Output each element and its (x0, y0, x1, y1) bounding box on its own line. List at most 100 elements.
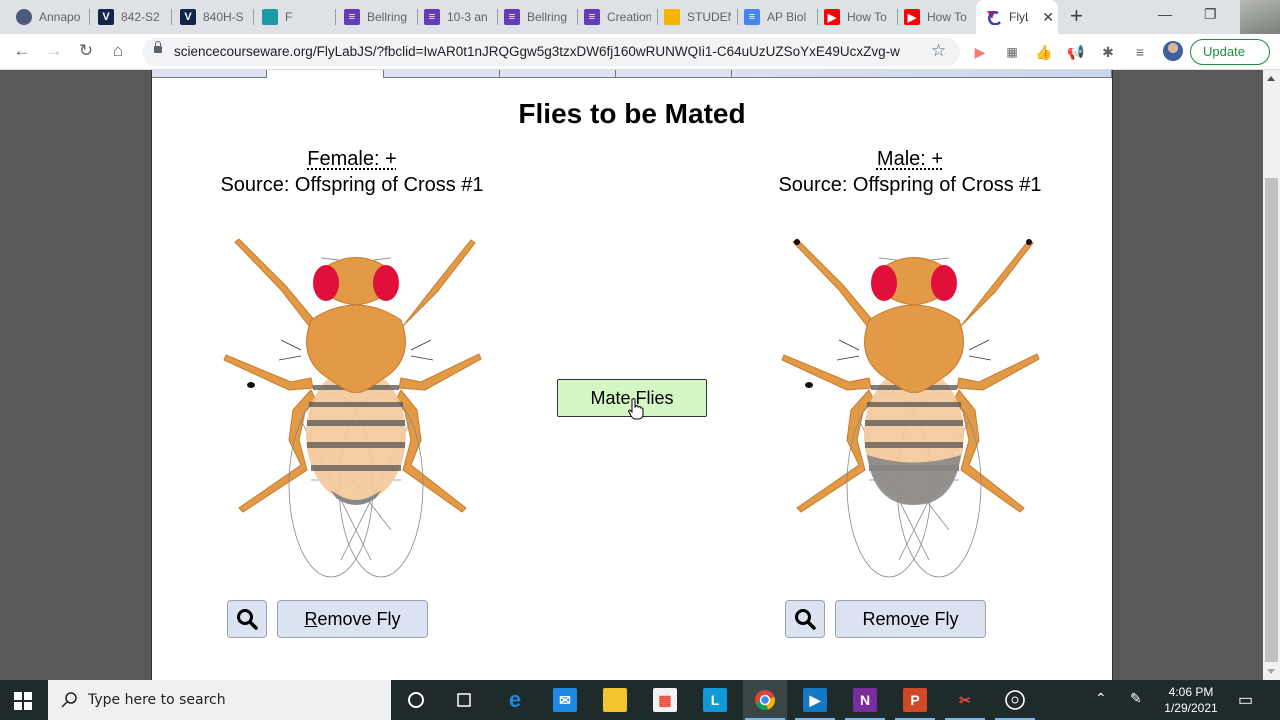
search-icon (61, 692, 77, 708)
restore-button[interactable]: ❐ (1204, 6, 1217, 23)
tab-label: Annapo (39, 10, 81, 24)
flylab-tab[interactable] (732, 70, 1112, 78)
browser-tab[interactable]: ≡ Creation (584, 0, 658, 34)
forward-button[interactable]: → (43, 41, 65, 61)
flylab-panel: Flies to be Mated Female: + Source: Offs… (151, 70, 1113, 680)
clock-time: 4:06 PM (1168, 685, 1214, 699)
forms-icon: ≡ (344, 9, 360, 25)
browser-tab-strip: Annapo V 842-S2 V 840H-S F ≡ Bellring ≡ 10-3 an ≡ B… (0, 0, 1280, 60)
accesskey-letter: R (304, 609, 318, 629)
vertical-scrollbar[interactable] (1263, 70, 1280, 680)
snipping-tool-icon[interactable]: ✂ (953, 688, 977, 712)
male-source-label: Source: Offspring of Cross #1 (778, 174, 1042, 196)
flylab-tab[interactable] (152, 70, 267, 78)
lexia-icon[interactable]: L (703, 688, 727, 712)
classroom-icon (262, 9, 278, 25)
female-remove-fly-button[interactable]: Remove Fly (277, 600, 428, 638)
forms-icon: ≡ (424, 9, 440, 25)
extension-thumbs-up-icon[interactable]: 👍 (1035, 43, 1053, 61)
system-clock[interactable]: 4:06 PM 1/29/2021 (1162, 684, 1220, 716)
windows-taskbar: Type here to search e ✉ ▦ L ▶ N P ✂ ⌃ ✎ … (0, 680, 1280, 720)
hand-cursor-icon (628, 398, 644, 420)
magnifier-icon (795, 609, 816, 630)
v-icon: V (180, 9, 196, 25)
flylab-tab[interactable] (500, 70, 616, 78)
female-zoom-button[interactable] (227, 600, 267, 638)
tab-separator (89, 9, 90, 25)
start-button[interactable] (14, 692, 32, 710)
slides-icon (664, 9, 680, 25)
browser-tab[interactable]: Annapo (16, 0, 90, 34)
action-center-icon[interactable]: ▭ (1238, 690, 1253, 710)
tab-flylab[interactable]: FlyL ✕ (976, 0, 1058, 34)
female-genotype-label[interactable]: Female: + (182, 148, 522, 171)
scrollbar-thumb[interactable] (1265, 178, 1278, 662)
male-info: Male: + Source: Offspring of Cross #1 (740, 148, 1080, 197)
mail-icon[interactable]: ✉ (553, 688, 577, 712)
flylab-tab-selected[interactable] (267, 70, 384, 78)
female-source-label: Source: Offspring of Cross #1 (220, 174, 484, 196)
tab-separator (577, 9, 578, 25)
browser-tab[interactable]: V 842-S2 (98, 0, 172, 34)
extension-grid-icon[interactable]: ▦ (1003, 43, 1021, 61)
task-view-icon[interactable] (452, 688, 476, 712)
browser-tab[interactable]: ▶ How To (904, 0, 978, 34)
update-button[interactable]: Update (1190, 39, 1270, 65)
reload-button[interactable]: ↻ (75, 41, 97, 61)
bookmark-star-icon[interactable]: ☆ (931, 41, 946, 61)
powerpoint-icon[interactable]: P (903, 688, 927, 712)
video-editor-icon[interactable]: ▶ (803, 688, 827, 712)
forms-icon: ≡ (504, 9, 520, 25)
extensions-puzzle-icon[interactable]: ✱ (1099, 43, 1117, 61)
male-genotype-label[interactable]: Male: + (740, 148, 1080, 171)
flylab-tab[interactable] (384, 70, 500, 78)
profile-avatar[interactable] (1163, 41, 1183, 61)
male-remove-fly-button[interactable]: Remove Fly (835, 600, 986, 638)
tab-label: AP Biol (767, 10, 807, 24)
address-bar[interactable]: sciencecourseware.org/FlyLabJS/?fbclid=I… (142, 38, 960, 66)
minimize-button[interactable]: — (1158, 6, 1172, 22)
page-viewport: Flies to be Mated Female: + Source: Offs… (0, 70, 1280, 680)
close-tab-icon[interactable]: ✕ (1042, 9, 1054, 26)
store-icon[interactable]: ▦ (653, 688, 677, 712)
browser-tab[interactable]: V 840H-S (180, 0, 254, 34)
taskbar-search-placeholder: Type here to search (88, 692, 226, 708)
button-label: Remo (862, 609, 911, 629)
tab-separator (417, 9, 418, 25)
male-zoom-button[interactable] (785, 600, 825, 638)
scroll-down-arrow[interactable] (1267, 669, 1275, 674)
pen-workspace-icon[interactable]: ✎ (1130, 690, 1142, 707)
browser-tab[interactable]: ▶ How To (824, 0, 898, 34)
chrome-icon[interactable] (753, 688, 777, 712)
extension-megaphone-icon[interactable]: 📢 (1067, 43, 1085, 61)
tab-label: FlyL (1009, 10, 1028, 24)
onenote-icon[interactable]: N (853, 688, 877, 712)
file-explorer-icon[interactable] (603, 688, 627, 712)
tab-separator (737, 9, 738, 25)
extension-cast-icon[interactable]: ▶ (971, 43, 989, 61)
browser-tab[interactable]: F (262, 0, 336, 34)
browser-toolbar: ← → ↻ ⌂ sciencecourseware.org/FlyLabJS/?… (0, 34, 1280, 70)
browser-tab[interactable]: ≡ AP Biol (744, 0, 818, 34)
scroll-up-arrow[interactable] (1267, 76, 1275, 81)
flylab-tab[interactable] (616, 70, 732, 78)
browser-tab[interactable]: STUDEN (664, 0, 738, 34)
page-title: Flies to be Mated (518, 98, 746, 129)
home-button[interactable]: ⌂ (107, 41, 129, 61)
browser-tab[interactable]: ≡ Bellring (504, 0, 578, 34)
show-hidden-icons-chevron[interactable]: ⌃ (1095, 690, 1107, 707)
cortana-icon[interactable] (404, 688, 428, 712)
url-text[interactable]: sciencecourseware.org/FlyLabJS/?fbclid=I… (174, 44, 900, 59)
back-button[interactable]: ← (11, 41, 33, 61)
lock-icon (154, 41, 162, 53)
edge-icon[interactable]: e (503, 687, 527, 712)
taskbar-search-box[interactable]: Type here to search (48, 680, 391, 720)
female-info: Female: + Source: Offspring of Cross #1 (182, 148, 522, 197)
media-control-icon[interactable]: ≡ (1131, 43, 1149, 61)
browser-tab[interactable]: ≡ Bellring (344, 0, 418, 34)
tab-separator (497, 9, 498, 25)
obs-icon[interactable] (1003, 688, 1027, 712)
browser-tab[interactable]: ≡ 10-3 an (424, 0, 498, 34)
new-tab-button[interactable]: + (1070, 5, 1083, 27)
tab-label: Bellring (527, 10, 568, 24)
